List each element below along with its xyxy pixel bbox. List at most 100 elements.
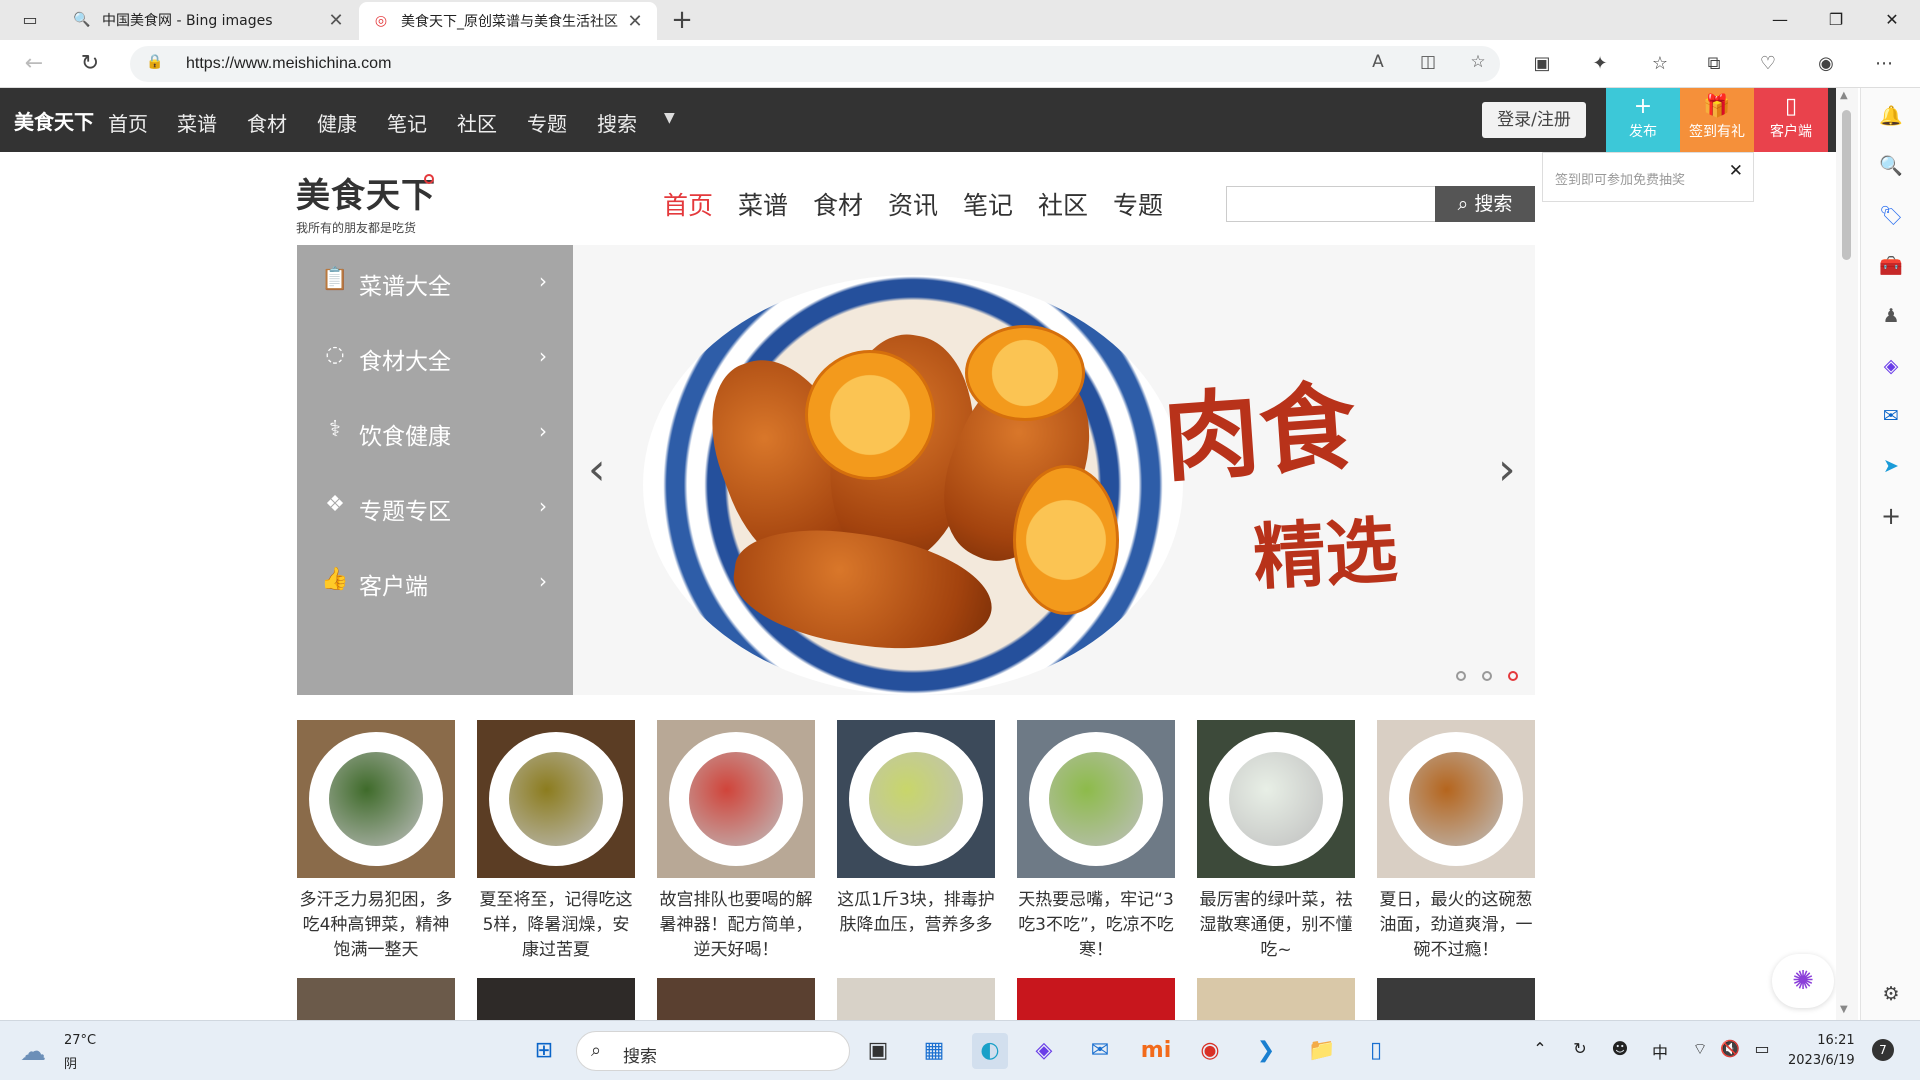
favorites-icon[interactable]: ☆ <box>1646 50 1674 78</box>
recipe-caption[interactable]: 夏至将至，记得吃这5样，降暑润燥，安康过苦夏 <box>477 888 635 963</box>
recipe-thumbnail[interactable] <box>657 720 815 878</box>
main-nav-home[interactable]: 首页 <box>663 186 713 222</box>
games-icon[interactable]: ♟ <box>1877 302 1905 330</box>
task-view-icon[interactable]: ▣ <box>860 1033 896 1069</box>
recipe-card[interactable]: 多汗乏力易犯困，多吃4种高钾菜，精神饱满一整天 <box>297 720 455 963</box>
settings-more-icon[interactable]: ⋯ <box>1870 50 1898 78</box>
mail-icon[interactable]: ✉ <box>1082 1033 1118 1069</box>
topbar-nav-health[interactable]: 健康 <box>317 108 357 137</box>
carousel-prev-icon[interactable]: ‹ <box>588 444 606 495</box>
tab-meishichina[interactable]: ◎ 美食天下_原创菜谱与美食生活社区 ✕ <box>359 2 657 40</box>
topbar-nav-home[interactable]: 首页 <box>108 108 148 137</box>
edge-icon[interactable]: ◐ <box>972 1033 1008 1069</box>
main-nav-topics[interactable]: 专题 <box>1113 186 1163 222</box>
windows-start-icon[interactable]: ⊞ <box>526 1033 562 1069</box>
vscode-icon[interactable]: ❯ <box>1248 1033 1284 1069</box>
scroll-down-icon[interactable]: ▼ <box>1840 1004 1848 1015</box>
carousel-dot[interactable] <box>1456 671 1466 681</box>
main-nav-recipes[interactable]: 菜谱 <box>738 186 788 222</box>
scroll-thumb[interactable] <box>1842 110 1851 260</box>
topbar-nav-search[interactable]: 搜索 <box>597 108 637 137</box>
favorite-star-icon[interactable]: ☆ <box>1466 52 1490 76</box>
tag-icon[interactable]: 🏷 <box>1877 202 1905 230</box>
topbar-nav-ingredients[interactable]: 食材 <box>247 108 287 137</box>
recipe-caption[interactable]: 多汗乏力易犯困，多吃4种高钾菜，精神饱满一整天 <box>297 888 455 963</box>
add-icon[interactable]: + <box>1877 502 1905 530</box>
chrome-icon[interactable]: ◉ <box>1192 1033 1228 1069</box>
xiaomi-icon[interactable]: mi <box>1138 1033 1174 1069</box>
recipe-card[interactable]: 夏日，最火的这碗葱油面，劲道爽滑，一碗不过瘾！ <box>1377 720 1535 963</box>
site-search-input[interactable] <box>1226 186 1436 222</box>
battery-icon[interactable]: ▭ <box>1748 1039 1776 1058</box>
sync-icon[interactable]: ↻ <box>1566 1039 1594 1058</box>
recipe-thumbnail[interactable] <box>297 720 455 878</box>
recipe-thumbnail[interactable] <box>1197 720 1355 878</box>
main-nav-ingredients[interactable]: 食材 <box>813 186 863 222</box>
tab-actions-icon[interactable]: ▭ <box>16 8 44 32</box>
recipe-card[interactable]: 天热要忌嘴，牢记“3吃3不吃”，吃凉不吃寒！ <box>1017 720 1175 963</box>
lock-icon[interactable]: 🔒 <box>146 54 163 70</box>
minimize-button[interactable]: — <box>1752 0 1808 40</box>
recipe-caption[interactable]: 夏日，最火的这碗葱油面，劲道爽滑，一碗不过瘾！ <box>1377 888 1535 963</box>
recipe-thumb-row2[interactable] <box>1017 978 1175 1020</box>
new-tab-button[interactable]: + <box>666 4 698 36</box>
toolbox-icon[interactable]: 🧰 <box>1877 252 1905 280</box>
carousel-dot-active[interactable] <box>1508 671 1519 681</box>
menu-item-ingredients[interactable]: ◌ 食材大全 › <box>297 320 573 395</box>
close-window-button[interactable]: ✕ <box>1864 0 1920 40</box>
wifi-icon[interactable]: ⌔ <box>1686 1039 1714 1059</box>
close-tab-icon[interactable]: ✕ <box>625 11 645 32</box>
url-text[interactable]: https://www.meishichina.com <box>186 55 391 73</box>
topbar-nav-topics[interactable]: 专题 <box>527 108 567 137</box>
volume-muted-icon[interactable]: 🔇 <box>1716 1039 1744 1058</box>
bell-icon[interactable]: 🔔 <box>1877 102 1905 130</box>
close-tab-icon[interactable]: ✕ <box>326 10 346 31</box>
recipe-card[interactable]: 夏至将至，记得吃这5样，降暑润燥，安康过苦夏 <box>477 720 635 963</box>
file-explorer-icon[interactable]: 📁 <box>1304 1033 1340 1069</box>
recipe-thumb-row2[interactable] <box>1197 978 1355 1020</box>
scroll-up-icon[interactable]: ▲ <box>1840 90 1848 101</box>
phone-link-icon[interactable]: ▯ <box>1358 1033 1394 1069</box>
split-screen-icon[interactable]: ◫ <box>1416 52 1440 76</box>
login-register-button[interactable]: 登录/注册 <box>1482 102 1586 138</box>
recipe-thumb-row2[interactable] <box>657 978 815 1020</box>
carousel-dot[interactable] <box>1482 671 1493 681</box>
back-button[interactable]: ← <box>18 48 50 80</box>
taskbar-clock[interactable]: 16:21 2023/6/19 <box>1788 1031 1855 1071</box>
carousel-next-icon[interactable]: › <box>1498 444 1516 495</box>
topbar-brand[interactable]: 美食天下 <box>14 106 94 135</box>
gear-icon[interactable]: ⚙ <box>1877 980 1905 1008</box>
store-icon[interactable]: ▦ <box>916 1033 952 1069</box>
send-icon[interactable]: ➤ <box>1877 452 1905 480</box>
collections-icon[interactable]: ⧉ <box>1700 50 1728 78</box>
recipe-thumb-row2[interactable] <box>297 978 455 1020</box>
publish-button[interactable]: + 发布 <box>1606 88 1680 152</box>
recipe-thumbnail[interactable] <box>837 720 995 878</box>
recipe-thumb-row2[interactable] <box>477 978 635 1020</box>
extensions-puzzle-icon[interactable]: ✦ <box>1586 50 1614 78</box>
client-app-button[interactable]: ▯ 客户端 <box>1754 88 1828 152</box>
ime-indicator[interactable]: 中 <box>1646 1039 1674 1063</box>
recipe-thumbnail[interactable] <box>477 720 635 878</box>
signin-gift-button[interactable]: 🎁 签到有礼 <box>1680 88 1754 152</box>
recipe-thumb-row2[interactable] <box>1377 978 1535 1020</box>
ai-assistant-icon[interactable]: ✺ <box>1772 954 1834 1008</box>
recipe-card[interactable]: 最厉害的绿叶菜，祛湿散寒通便，别不懂吃~ <box>1197 720 1355 963</box>
recipe-caption[interactable]: 这瓜1斤3块，排毒护肤降血压，营养多多 <box>837 888 995 938</box>
menu-item-recipes[interactable]: 📋 菜谱大全 › <box>297 245 573 320</box>
outlook-icon[interactable]: ✉ <box>1877 402 1905 430</box>
profile-avatar[interactable]: ◉ <box>1812 50 1840 78</box>
menu-item-client[interactable]: 👍 客户端 › <box>297 545 573 620</box>
refresh-button[interactable]: ↻ <box>74 48 106 80</box>
restore-button[interactable]: ❐ <box>1808 0 1864 40</box>
recipe-caption[interactable]: 故宫排队也要喝的解暑神器！配方简单，逆天好喝！ <box>657 888 815 963</box>
recipe-thumbnail[interactable] <box>1377 720 1535 878</box>
site-search-button[interactable]: ⌕ 搜索 <box>1435 186 1535 222</box>
menu-item-topics[interactable]: ❖ 专题专区 › <box>297 470 573 545</box>
dropdown-caret-icon[interactable]: ▼ <box>664 110 675 126</box>
search-icon[interactable]: 🔍 <box>1877 152 1905 180</box>
extension-icon[interactable]: ▣ <box>1528 50 1556 78</box>
recipe-thumb-row2[interactable] <box>837 978 995 1020</box>
taskbar-search[interactable]: ⌕ 搜索 <box>576 1031 850 1071</box>
site-logo[interactable]: 美食天下 我所有的朋友都是吃货 <box>296 168 436 236</box>
